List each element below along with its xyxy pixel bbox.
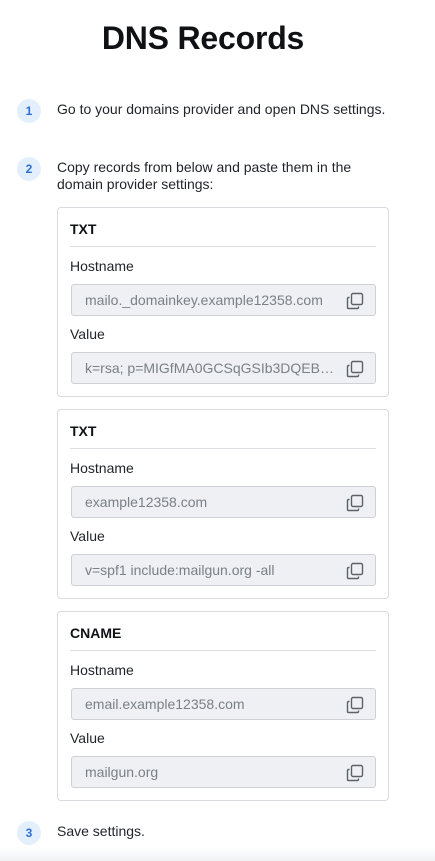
hostname-label: Hostname [70, 662, 134, 678]
value-label: Value [70, 730, 105, 746]
hostname-value[interactable]: mailo._domainkey.example12358.com [85, 292, 342, 308]
value-label: Value [70, 326, 105, 342]
hostname-field[interactable]: example12358.com [71, 486, 376, 518]
step-number: 2 [17, 157, 41, 181]
step-text: Copy records from below and paste them i… [57, 159, 352, 192]
hostname-label: Hostname [70, 258, 134, 274]
step-3: 3 Save settings. [17, 821, 397, 845]
dns-record-card: TXT Hostname example12358.com Value v=sp… [57, 409, 389, 599]
step-text: Go to your domains provider and open DNS… [57, 101, 386, 117]
copy-icon[interactable] [346, 292, 364, 310]
step-number: 3 [17, 821, 41, 845]
value-label: Value [70, 528, 105, 544]
value-field[interactable]: mailgun.org [71, 756, 376, 788]
step-text: Save settings. [57, 823, 145, 839]
hostname-label: Hostname [70, 460, 134, 476]
record-value[interactable]: v=spf1 include:mailgun.org -all [85, 562, 342, 578]
copy-icon[interactable] [346, 494, 364, 512]
copy-icon[interactable] [346, 764, 364, 782]
step-1: 1 Go to your domains provider and open D… [17, 99, 397, 123]
record-value[interactable]: k=rsa; p=MIGfMA0GCSqGSIb3DQEBAQUAA4GNADC… [85, 360, 342, 376]
dns-record-card: TXT Hostname mailo._domainkey.example123… [57, 207, 389, 397]
copy-icon[interactable] [346, 562, 364, 580]
step-number: 1 [17, 99, 41, 123]
bottom-fade [0, 847, 435, 861]
value-field[interactable]: v=spf1 include:mailgun.org -all [71, 554, 376, 586]
value-field[interactable]: k=rsa; p=MIGfMA0GCSqGSIb3DQEBAQUAA4GNADC… [71, 352, 376, 384]
step-2: 2 Copy records from below and paste them… [17, 157, 397, 193]
divider [70, 448, 376, 449]
hostname-value[interactable]: example12358.com [85, 494, 342, 510]
record-type: TXT [70, 423, 97, 439]
record-type: TXT [70, 221, 97, 237]
record-value[interactable]: mailgun.org [85, 764, 342, 780]
copy-icon[interactable] [346, 696, 364, 714]
page-title: DNS Records [101, 20, 305, 56]
divider [70, 246, 376, 247]
hostname-field[interactable]: mailo._domainkey.example12358.com [71, 284, 376, 316]
copy-icon[interactable] [346, 360, 364, 378]
record-type: CNAME [70, 625, 122, 641]
divider [70, 650, 376, 651]
hostname-field[interactable]: email.example12358.com [71, 688, 376, 720]
dns-record-card: CNAME Hostname email.example12358.com Va… [57, 611, 389, 801]
hostname-value[interactable]: email.example12358.com [85, 696, 342, 712]
